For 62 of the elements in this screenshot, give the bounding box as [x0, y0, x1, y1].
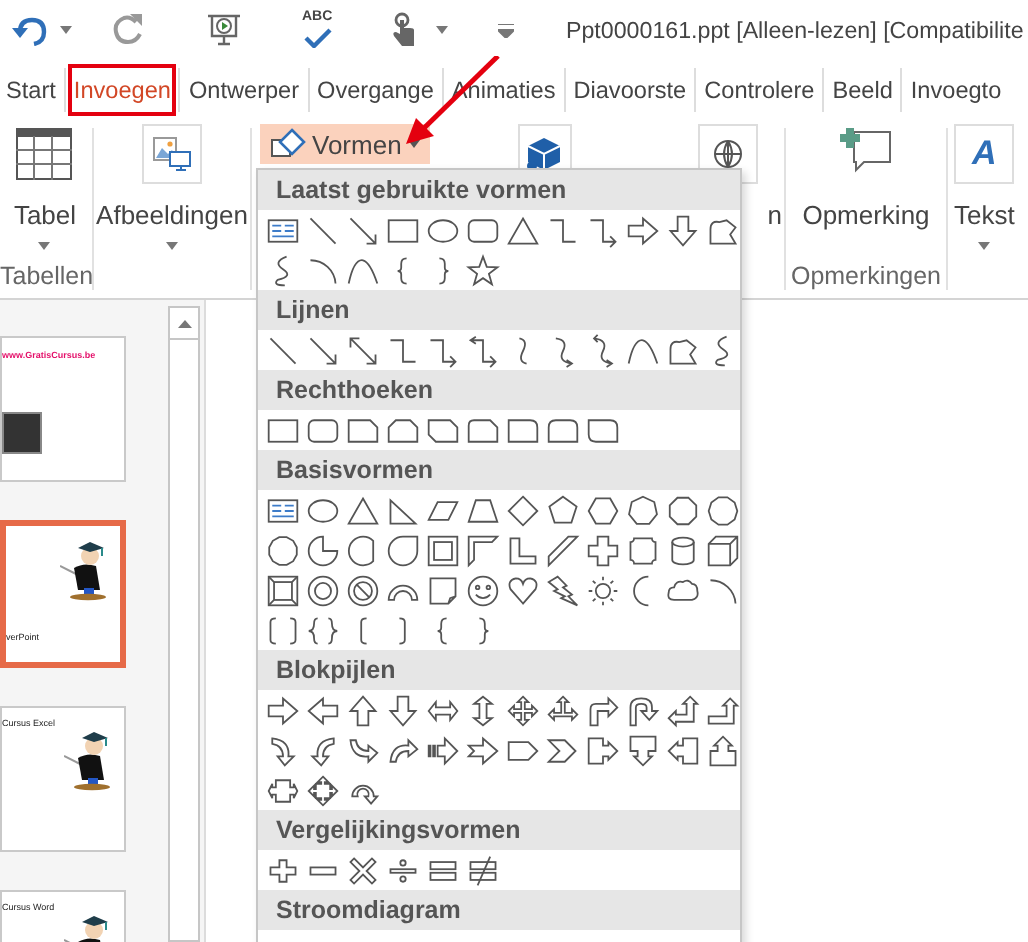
scrollbar[interactable] — [168, 306, 200, 942]
donut-icon[interactable] — [302, 570, 342, 610]
caret-icon — [38, 242, 51, 250]
bevel-icon[interactable] — [262, 570, 302, 610]
heptagon-icon[interactable] — [622, 490, 662, 530]
picture-icon — [152, 136, 192, 172]
no-symbol-icon[interactable] — [342, 570, 382, 610]
section-header: Basisvormen — [258, 450, 740, 490]
pie-icon[interactable] — [302, 530, 342, 570]
section-header: Laatst gebruikte vormen — [258, 170, 740, 210]
pentagon-icon[interactable] — [542, 490, 582, 530]
teardrop-icon[interactable] — [382, 530, 422, 570]
frame-icon[interactable] — [422, 530, 462, 570]
redo-icon[interactable] — [112, 14, 144, 46]
caret-icon — [166, 242, 178, 250]
ribbon-tab[interactable]: Invoegto — [904, 64, 1008, 116]
smiley-icon[interactable] — [462, 570, 502, 610]
star-icon[interactable] — [462, 250, 502, 290]
touch-icon[interactable] — [390, 12, 418, 48]
ribbon-tab[interactable]: Ontwerper — [182, 64, 306, 116]
section-header: Rechthoeken — [258, 370, 740, 410]
section-header: Stroomdiagram — [258, 890, 740, 930]
caret-icon — [978, 242, 991, 250]
arrow-callout-icon[interactable] — [302, 770, 342, 810]
ribbon-tab[interactable]: Beeld — [826, 64, 899, 116]
section-header: Vergelijkingsvormen — [258, 810, 740, 850]
diamond-icon[interactable] — [502, 490, 542, 530]
text-button[interactable]: A Tekst — [954, 124, 1015, 250]
dodecagon-icon[interactable] — [262, 530, 302, 570]
lightning-icon[interactable] — [542, 570, 582, 610]
ribbon-tab[interactable]: Diavoorste — [567, 64, 693, 116]
left-up-arrow-icon[interactable] — [662, 690, 702, 730]
figure-drawing — [64, 728, 116, 792]
four-way-arrow-icon[interactable] — [502, 690, 542, 730]
half-frame-icon[interactable] — [462, 530, 502, 570]
ribbon-tab[interactable]: Controlere — [698, 64, 821, 116]
shapes-button[interactable]: Vormen — [260, 124, 430, 164]
presentation-icon[interactable] — [206, 12, 242, 48]
figure-drawing — [60, 538, 112, 602]
window-title: Ppt0000161.ppt [Alleen-lezen] [Compatibilite — [566, 17, 1024, 43]
comment-button[interactable]: Opmerking — [802, 124, 930, 230]
slide-image — [2, 412, 42, 454]
group-label: Opmerkingen — [788, 262, 944, 294]
cube-icon[interactable] — [702, 530, 742, 570]
ribbon-tab[interactable]: Overgange — [311, 64, 440, 116]
section-header: Blokpijlen — [258, 650, 740, 690]
table-button[interactable]: Tabel — [13, 124, 77, 250]
ribbon-tab[interactable]: Start — [0, 64, 62, 116]
diagonal-stripe-icon[interactable] — [542, 530, 582, 570]
shapes-icon — [270, 128, 306, 160]
button-label: n — [767, 200, 782, 230]
customize-icon[interactable] — [498, 23, 514, 37]
section-header: Lijnen — [258, 290, 740, 330]
pictures-button[interactable]: Afbeeldingen — [96, 124, 248, 250]
caret-icon[interactable] — [436, 26, 448, 34]
undo-icon[interactable] — [12, 14, 48, 46]
ribbon-tab[interactable]: Invoegen — [67, 64, 177, 116]
cross-icon[interactable] — [582, 530, 622, 570]
caret-icon[interactable] — [60, 26, 72, 34]
globe-icon — [711, 138, 744, 170]
up-arrow-icon — [177, 319, 191, 327]
group-label: Tabellen — [0, 262, 90, 294]
